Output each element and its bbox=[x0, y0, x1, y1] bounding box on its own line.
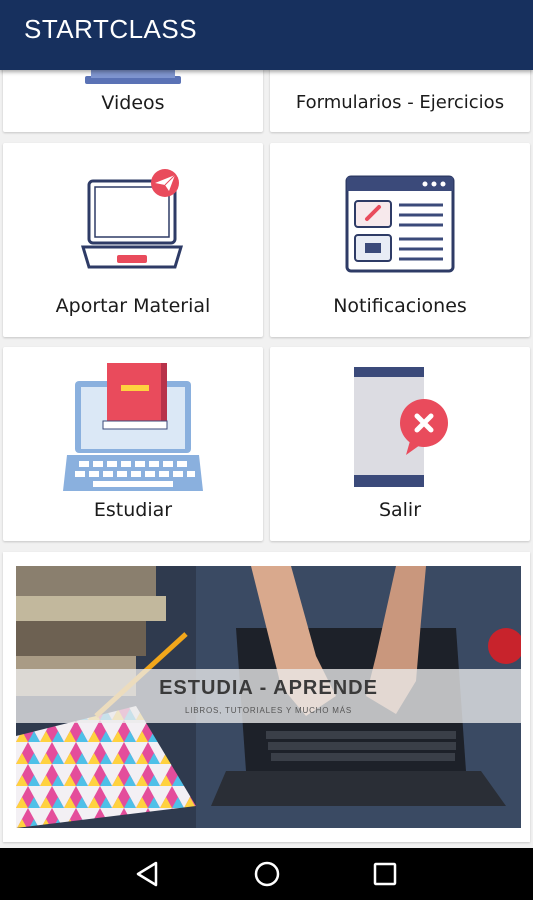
app-bar: STARTCLASS bbox=[0, 0, 533, 70]
laptop-send-icon bbox=[81, 169, 184, 269]
home-icon[interactable] bbox=[251, 858, 283, 890]
study-label: Estudiar bbox=[93, 499, 173, 521]
forms-label: Formularios - Ejercicios bbox=[295, 92, 505, 113]
study-card[interactable]: Estudiar bbox=[3, 347, 263, 541]
system-nav-bar bbox=[0, 848, 533, 900]
phone-close-icon bbox=[354, 367, 448, 487]
contribute-card[interactable]: Aportar Material bbox=[3, 143, 263, 337]
book-laptop-icon bbox=[63, 363, 203, 491]
banner-title: ESTUDIA - APRENDE bbox=[159, 677, 378, 699]
exit-label: Salir bbox=[378, 499, 422, 521]
browser-window-icon bbox=[345, 175, 455, 273]
notifications-card[interactable]: Notificaciones bbox=[270, 143, 530, 337]
contribute-label: Aportar Material bbox=[55, 295, 211, 317]
app-title: STARTCLASS bbox=[24, 14, 198, 44]
back-icon[interactable] bbox=[132, 858, 164, 890]
exit-card[interactable]: Salir bbox=[270, 347, 530, 541]
banner-image: ESTUDIA - APRENDE LIBROS, TUTORIALES Y M… bbox=[16, 566, 521, 828]
videos-label: Videos bbox=[101, 92, 165, 114]
banner-subtitle: LIBROS, TUTORIALES Y MUCHO MÁS bbox=[185, 706, 352, 715]
notifications-label: Notificaciones bbox=[333, 295, 467, 317]
recents-icon[interactable] bbox=[369, 858, 401, 890]
banner-card[interactable]: ESTUDIA - APRENDE LIBROS, TUTORIALES Y M… bbox=[3, 552, 530, 842]
